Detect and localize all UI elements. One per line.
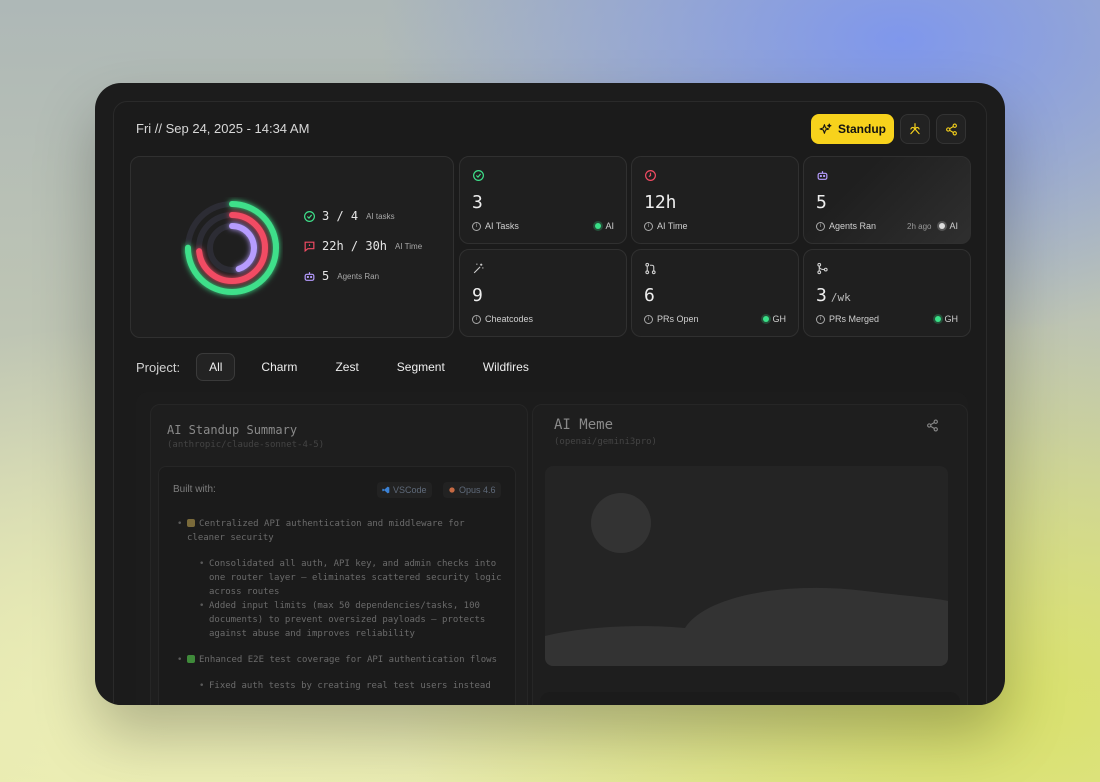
tab-zest[interactable]: Zest <box>323 354 370 380</box>
stat-label: AI Time <box>657 221 688 231</box>
last-run-time: 2h ago <box>907 221 932 231</box>
standup-summary-title: AI Standup Summary <box>167 423 298 437</box>
ai-tasks-value: 3 / 4 <box>322 209 359 223</box>
agents-value: 5 <box>322 269 330 283</box>
ai-time-value: 22h / 30h <box>322 239 388 253</box>
stat-card-ai-time[interactable]: 12h i AI Time <box>631 156 799 244</box>
agents-label: Agents Ran <box>337 271 380 281</box>
stat-card-cheatcodes[interactable]: 9 i Cheatcodes <box>459 249 627 337</box>
source-tag: AI <box>595 221 614 231</box>
meme-image-placeholder <box>545 466 948 666</box>
share-icon[interactable] <box>926 419 939 432</box>
chip-label: VSCode <box>393 485 427 495</box>
tag-label: GH <box>944 314 959 324</box>
project-filter: Project: All Charm Zest Segment Wildfire… <box>136 353 555 381</box>
built-with-box: Built with: VSCode Opus 4.6 Centralized … <box>158 466 516 705</box>
stat-value: 12h <box>644 192 677 213</box>
stat-card-agents-ran[interactable]: 5 i Agents Ran 2h ago AI <box>803 156 971 244</box>
share-button[interactable] <box>936 114 966 144</box>
info-icon: i <box>644 221 653 231</box>
next-panel <box>540 692 960 705</box>
tag-label: GH <box>772 314 787 324</box>
meme-model: (openai/gemini3pro) <box>554 437 657 447</box>
stat-card-prs-merged[interactable]: 3/wk i PRs Merged GH <box>803 249 971 337</box>
opus-chip: Opus 4.6 <box>443 482 501 498</box>
vscode-chip: VSCode <box>377 482 432 498</box>
ai-tasks-label: AI tasks <box>366 211 395 221</box>
stat-value: 3 <box>472 192 483 213</box>
claude-icon <box>910 123 920 135</box>
sparkle-icon <box>819 123 832 134</box>
legend-ai-tasks: 3 / 4 AI tasks <box>303 209 395 223</box>
standup-label: Standup <box>838 122 886 136</box>
list-item: Fixed auth tests by creating real test u… <box>199 679 507 693</box>
summary-card: 3 / 4 AI tasks 22h / 30h AI Time 5 Agent… <box>130 156 454 338</box>
clock-icon <box>645 170 656 181</box>
info-icon: i <box>472 221 481 231</box>
project-label: Project: <box>136 359 181 375</box>
list-item: Added input limits (max 50 dependencies/… <box>199 599 507 641</box>
stat-label: PRs Open <box>657 314 699 324</box>
source-tag: GH <box>934 314 959 324</box>
stat-value: 6 <box>644 285 655 306</box>
standup-button[interactable]: Standup <box>811 114 894 144</box>
stat-label: PRs Merged <box>829 314 880 324</box>
lock-icon <box>187 519 195 527</box>
info-icon: i <box>472 314 481 324</box>
stat-label: Cheatcodes <box>485 314 534 324</box>
tab-charm[interactable]: Charm <box>249 354 309 380</box>
dashboard-screen: Fri // Sep 24, 2025 - 14:34 AM Standup 3… <box>113 101 987 705</box>
built-with-label: Built with: <box>173 484 216 495</box>
list-item: Consolidated all auth, API key, and admi… <box>199 557 507 599</box>
check-circle-icon <box>473 170 484 181</box>
tab-wildfires[interactable]: Wildfires <box>471 354 541 380</box>
chip-label: Opus 4.6 <box>459 485 496 495</box>
share-icon <box>945 123 957 135</box>
tag-label: AI <box>605 221 614 231</box>
info-icon: i <box>644 314 653 324</box>
legend-ai-time: 22h / 30h AI Time <box>303 239 422 253</box>
app-window: Fri // Sep 24, 2025 - 14:34 AM Standup 3… <box>95 83 1005 705</box>
stat-value: 3 <box>816 285 827 306</box>
info-icon: i <box>816 314 825 324</box>
pull-request-icon <box>645 262 656 275</box>
standup-notes: Centralized API authentication and middl… <box>177 517 507 693</box>
top-bar: Fri // Sep 24, 2025 - 14:34 AM Standup <box>114 102 986 158</box>
info-icon: i <box>816 221 825 231</box>
stat-label: Agents Ran <box>829 221 877 231</box>
source-tag: 2h ago AI <box>907 221 958 231</box>
stat-label: AI Tasks <box>485 221 519 231</box>
date-time: Fri // Sep 24, 2025 - 14:34 AM <box>136 121 310 136</box>
list-item: Enhanced E2E test coverage for API authe… <box>177 653 507 667</box>
robot-icon <box>817 171 828 180</box>
stat-card-ai-tasks[interactable]: 3 i AI Tasks AI <box>459 156 627 244</box>
tab-segment[interactable]: Segment <box>385 354 457 380</box>
list-item: Centralized API authentication and middl… <box>177 517 507 545</box>
ai-time-label: AI Time <box>395 241 423 251</box>
image-placeholder-icon <box>545 493 948 666</box>
stat-value: 9 <box>472 285 483 306</box>
message-alert-icon <box>304 241 315 252</box>
magic-wand-icon <box>473 263 484 274</box>
vscode-icon <box>382 486 390 494</box>
stat-value: 5 <box>816 192 827 213</box>
tab-all[interactable]: All <box>196 353 236 381</box>
merge-icon <box>817 262 828 275</box>
source-tag: GH <box>762 314 787 324</box>
legend-agents: 5 Agents Ran <box>303 269 379 283</box>
robot-icon <box>304 271 315 281</box>
stat-suffix: /wk <box>830 291 851 304</box>
meme-title: AI Meme <box>554 417 614 433</box>
anthropic-icon <box>449 487 455 493</box>
activity-rings <box>181 197 283 299</box>
stat-card-prs-open[interactable]: 6 i PRs Open GH <box>631 249 799 337</box>
claude-button[interactable] <box>900 114 930 144</box>
check-box-icon <box>187 655 195 663</box>
tag-label: AI <box>949 221 958 231</box>
check-circle-icon <box>304 210 315 222</box>
standup-summary-model: (anthropic/claude-sonnet-4-5) <box>167 440 325 450</box>
